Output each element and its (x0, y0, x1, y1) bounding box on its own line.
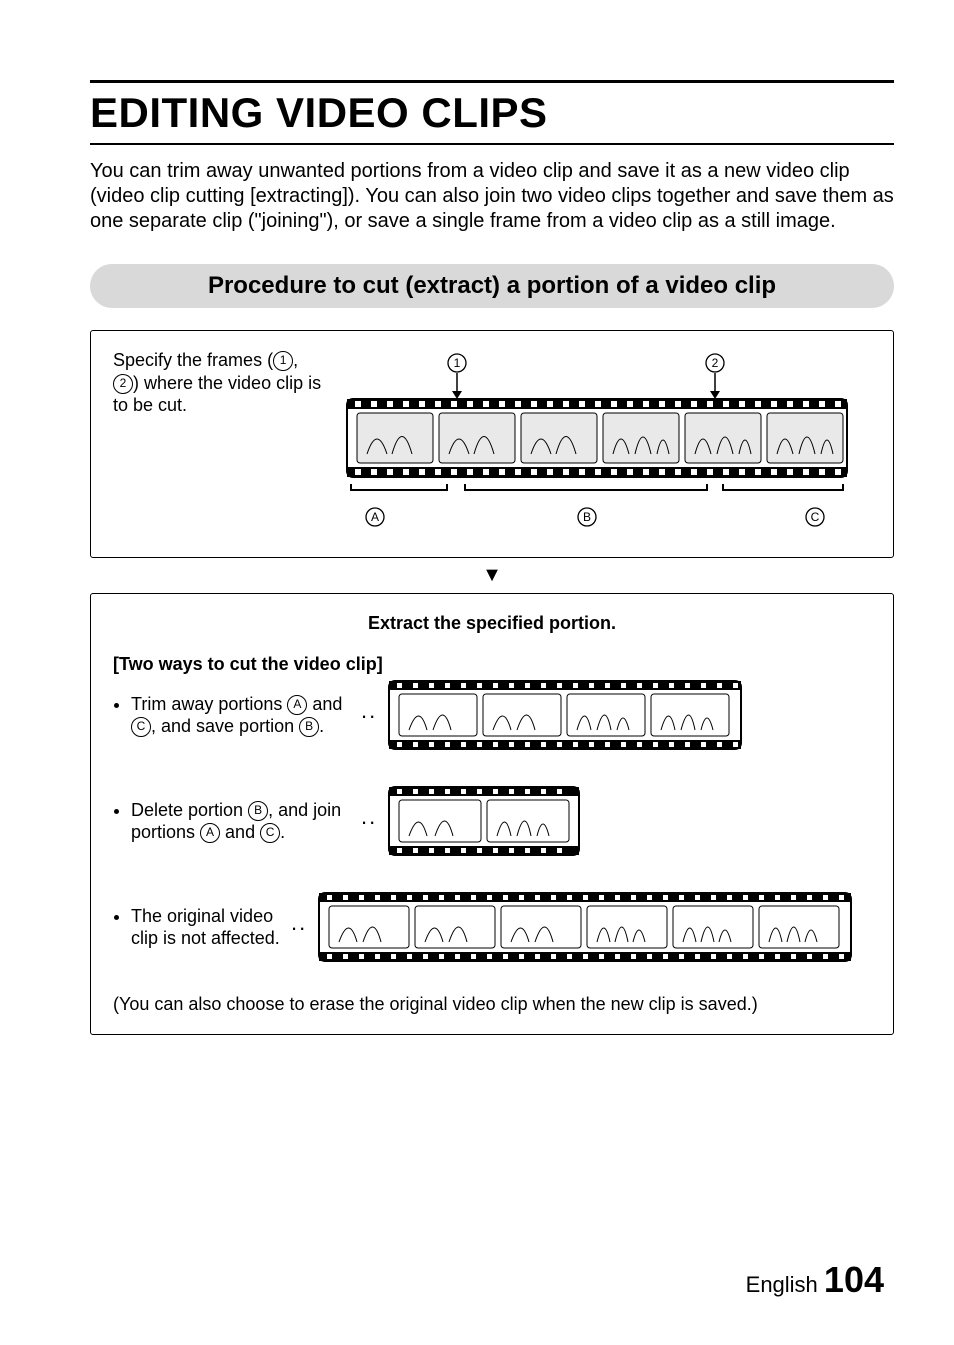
top-rule (90, 80, 894, 83)
page-footer: English 104 (746, 1259, 884, 1301)
mark-c-icon-2: C (260, 823, 280, 843)
two-ways-title: [Two ways to cut the video clip] (113, 653, 871, 676)
mark-a-icon-2: A (200, 823, 220, 843)
diagram-label-a: A (371, 510, 379, 524)
option-trim-text: Trim away portions A and C, and save por… (131, 693, 353, 738)
manual-page: EDITING VIDEO CLIPS You can trim away un… (0, 0, 954, 1345)
step1-text-post: ) where the video clip is to be cut. (113, 373, 321, 416)
option-delete-text: Delete portion B, and join portions A an… (131, 799, 353, 844)
erase-note: (You can also choose to erase the origin… (113, 993, 871, 1016)
mark-1-icon: 1 (273, 351, 293, 371)
diagram-label-2: 2 (712, 356, 719, 370)
option-delete-diagram (385, 781, 871, 861)
option-trim-diagram (385, 675, 871, 755)
original-unaffected-text: The original video clip is not affected. (131, 905, 283, 950)
mark-b-icon: B (299, 717, 319, 737)
leader-dots-3: .. (291, 909, 307, 937)
step1-diagram: 1 2 (337, 349, 871, 539)
option-delete-row: Delete portion B, and join portions A an… (113, 781, 871, 861)
section-heading: Procedure to cut (extract) a portion of … (90, 264, 894, 308)
extract-heading: Extract the specified portion. (113, 612, 871, 635)
option-trim-row: Trim away portions A and C, and save por… (113, 675, 871, 755)
step1-box: Specify the frames (1, 2) where the vide… (90, 330, 894, 558)
intro-paragraph: You can trim away unwanted portions from… (90, 159, 894, 234)
title-underline (90, 143, 894, 145)
mark-a-icon: A (287, 695, 307, 715)
diagram-label-c: C (811, 510, 820, 524)
step2-box: Extract the specified portion. [Two ways… (90, 593, 894, 1035)
original-unaffected-row: The original video clip is not affected.… (113, 887, 871, 967)
original-diagram (315, 887, 871, 967)
step1-text-pre: Specify the frames ( (113, 350, 273, 370)
leader-dots: .. (361, 697, 377, 725)
mark-c-icon: C (131, 717, 151, 737)
step1-text: Specify the frames (1, 2) where the vide… (113, 349, 323, 417)
page-number: 104 (824, 1259, 884, 1300)
leader-dots-2: .. (361, 803, 377, 831)
diagram-label-b: B (583, 510, 591, 524)
diagram-label-1: 1 (454, 356, 461, 370)
page-title: EDITING VIDEO CLIPS (90, 89, 894, 137)
footer-language: English (746, 1272, 818, 1297)
down-arrow-icon: ▼ (90, 564, 894, 587)
mark-2-icon: 2 (113, 374, 133, 394)
mark-b-icon-2: B (248, 801, 268, 821)
